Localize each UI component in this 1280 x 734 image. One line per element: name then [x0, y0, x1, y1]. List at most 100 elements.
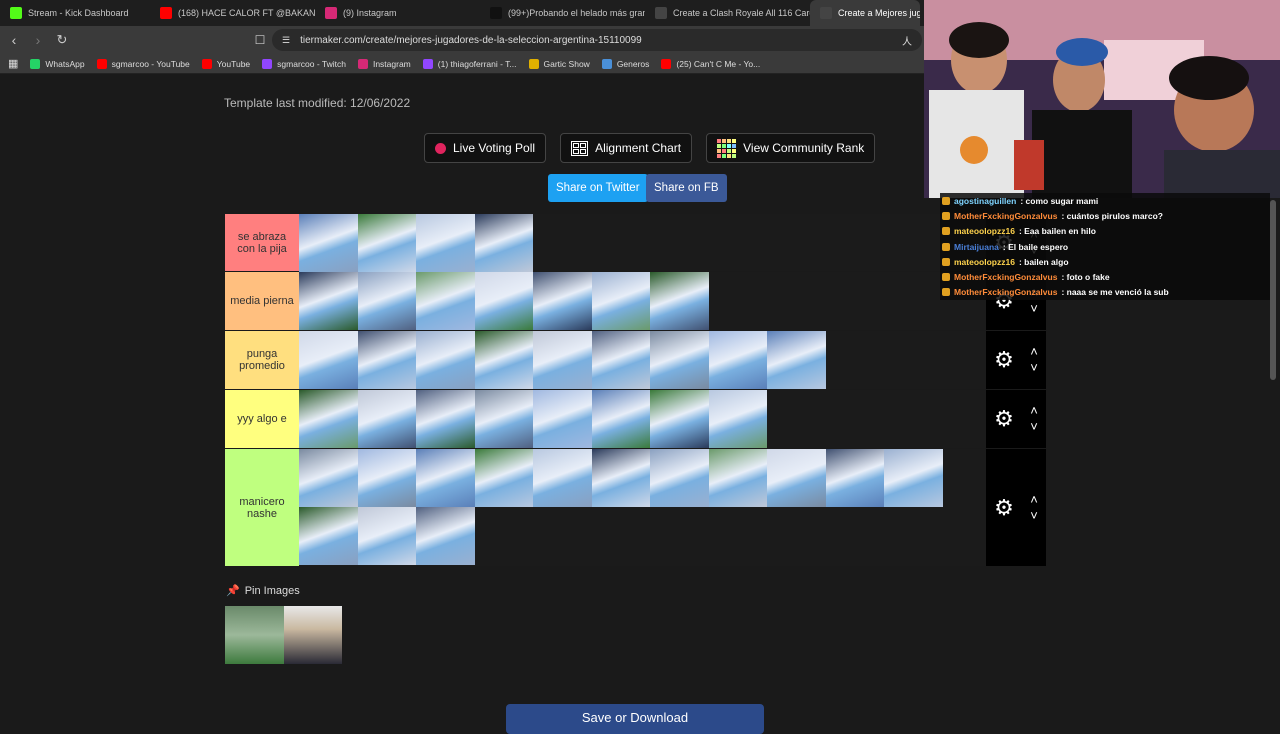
browser-tab[interactable]: (99+)Probando el helado más grand... — [480, 0, 645, 26]
translate-icon[interactable]: 人 — [902, 33, 912, 48]
chevron-up-icon[interactable]: ˄ — [1030, 404, 1038, 417]
player-image[interactable] — [591, 390, 650, 448]
player-image[interactable] — [591, 272, 650, 330]
reload-icon[interactable]: ↻ — [52, 30, 72, 50]
bookmark-label: YouTube — [216, 58, 251, 69]
player-image[interactable] — [299, 390, 358, 448]
tab-title: Stream - Kick Dashboard — [28, 8, 129, 18]
player-image[interactable] — [299, 331, 358, 389]
player-image[interactable] — [357, 390, 416, 448]
bookmark-item[interactable]: (1) thiagoferrani - T... — [422, 58, 517, 69]
player-image[interactable] — [416, 390, 475, 448]
color-grid-icon — [717, 138, 737, 158]
url-field[interactable]: ☰ tiermaker.com/create/mejores-jugadores… — [272, 29, 922, 51]
player-image[interactable] — [650, 449, 709, 507]
player-image[interactable] — [299, 214, 358, 272]
bookmark-item[interactable]: Generos — [601, 58, 649, 69]
chevron-down-icon[interactable]: ˅ — [1030, 420, 1038, 433]
pinned-player-image[interactable] — [283, 606, 342, 664]
player-image[interactable] — [708, 331, 767, 389]
player-image[interactable] — [533, 331, 592, 389]
alignment-chart-button[interactable]: Alignment Chart — [560, 133, 693, 163]
player-image[interactable] — [299, 449, 358, 507]
browser-tab[interactable]: Create a Clash Royale All 116 Cards T... — [645, 0, 810, 26]
player-image[interactable] — [474, 449, 533, 507]
bookmark-icon[interactable]: ☐ — [250, 30, 270, 50]
player-image[interactable] — [416, 214, 475, 272]
player-image[interactable] — [650, 390, 709, 448]
browser-tab[interactable]: Create a Mejores juga... — [810, 0, 920, 26]
player-image[interactable] — [416, 272, 475, 330]
forward-icon[interactable]: › — [28, 30, 48, 50]
community-rank-button[interactable]: View Community Rank — [706, 133, 876, 163]
bookmark-item[interactable]: sgmarcoo - YouTube — [96, 58, 190, 69]
player-image[interactable] — [474, 331, 533, 389]
player-image[interactable] — [825, 449, 884, 507]
gear-icon[interactable]: ⚙ — [994, 347, 1014, 373]
tier-label[interactable]: yyy algo e — [225, 390, 299, 448]
tier-label[interactable]: manicero nashe — [225, 449, 299, 566]
player-image[interactable] — [533, 390, 592, 448]
apps-icon[interactable]: ▦ — [8, 57, 18, 70]
player-image[interactable] — [884, 449, 943, 507]
bookmark-favicon-icon — [661, 58, 672, 69]
player-image[interactable] — [708, 449, 767, 507]
player-image[interactable] — [650, 272, 709, 330]
player-image[interactable] — [650, 331, 709, 389]
bookmark-item[interactable]: Instagram — [357, 58, 411, 69]
chevron-down-icon[interactable]: ˅ — [1030, 302, 1038, 315]
player-image[interactable] — [299, 507, 358, 565]
player-image[interactable] — [591, 449, 650, 507]
save-download-button[interactable]: Save or Download — [506, 704, 764, 734]
browser-tab[interactable]: (9) Instagram — [315, 0, 480, 26]
browser-tab[interactable]: (168) HACE CALOR FT @BAKANO68... — [150, 0, 315, 26]
chevron-up-icon[interactable]: ˄ — [1030, 345, 1038, 358]
live-voting-label: Live Voting Poll — [453, 141, 536, 155]
gear-icon[interactable]: ⚙ — [994, 406, 1014, 432]
bookmark-item[interactable]: Gartic Show — [528, 58, 590, 69]
player-image[interactable] — [474, 390, 533, 448]
player-image[interactable] — [357, 449, 416, 507]
player-image[interactable] — [474, 272, 533, 330]
bookmark-item[interactable]: (25) Can't C Me - Yo... — [661, 58, 760, 69]
player-image[interactable] — [416, 507, 475, 565]
tier-label[interactable]: punga promedio — [225, 331, 299, 389]
player-image[interactable] — [591, 331, 650, 389]
chevron-down-icon[interactable]: ˅ — [1030, 361, 1038, 374]
share-twitter-button[interactable]: Share on Twitter — [548, 174, 648, 202]
page-scrollbar[interactable] — [1270, 200, 1276, 380]
bookmark-item[interactable]: sgmarcoo - Twitch — [262, 58, 346, 69]
browser-tab[interactable]: Stream - Kick Dashboard — [0, 0, 150, 26]
pinned-player-image[interactable] — [225, 606, 284, 664]
player-image[interactable] — [357, 331, 416, 389]
gear-icon[interactable]: ⚙ — [994, 495, 1014, 521]
tier-label[interactable]: se abraza con la pija — [225, 214, 299, 271]
url-text: tiermaker.com/create/mejores-jugadores-d… — [300, 34, 642, 46]
player-image[interactable] — [708, 390, 767, 448]
scrollbar-thumb[interactable] — [1270, 200, 1276, 380]
bookmark-item[interactable]: YouTube — [201, 58, 251, 69]
player-image[interactable] — [474, 214, 533, 272]
player-image[interactable] — [767, 331, 826, 389]
chevron-up-icon[interactable]: ˄ — [1030, 493, 1038, 506]
community-rank-label: View Community Rank — [743, 141, 865, 155]
bookmark-item[interactable]: WhatsApp — [30, 58, 85, 69]
tier-label[interactable]: media pierna — [225, 272, 299, 330]
live-voting-button[interactable]: Live Voting Poll — [424, 133, 547, 163]
bookmark-favicon-icon — [30, 58, 41, 69]
player-image[interactable] — [767, 449, 826, 507]
share-fb-button[interactable]: Share on FB — [646, 174, 727, 202]
site-info-icon[interactable]: ☰ — [282, 35, 290, 46]
player-image[interactable] — [357, 214, 416, 272]
chevron-down-icon[interactable]: ˅ — [1030, 509, 1038, 522]
player-image[interactable] — [357, 507, 416, 565]
player-image[interactable] — [299, 272, 358, 330]
player-image[interactable] — [357, 272, 416, 330]
player-image[interactable] — [533, 272, 592, 330]
tier-images — [299, 390, 986, 448]
back-icon[interactable]: ‹ — [4, 30, 24, 50]
player-image[interactable] — [416, 449, 475, 507]
pinned-images — [225, 606, 342, 664]
player-image[interactable] — [416, 331, 475, 389]
player-image[interactable] — [533, 449, 592, 507]
